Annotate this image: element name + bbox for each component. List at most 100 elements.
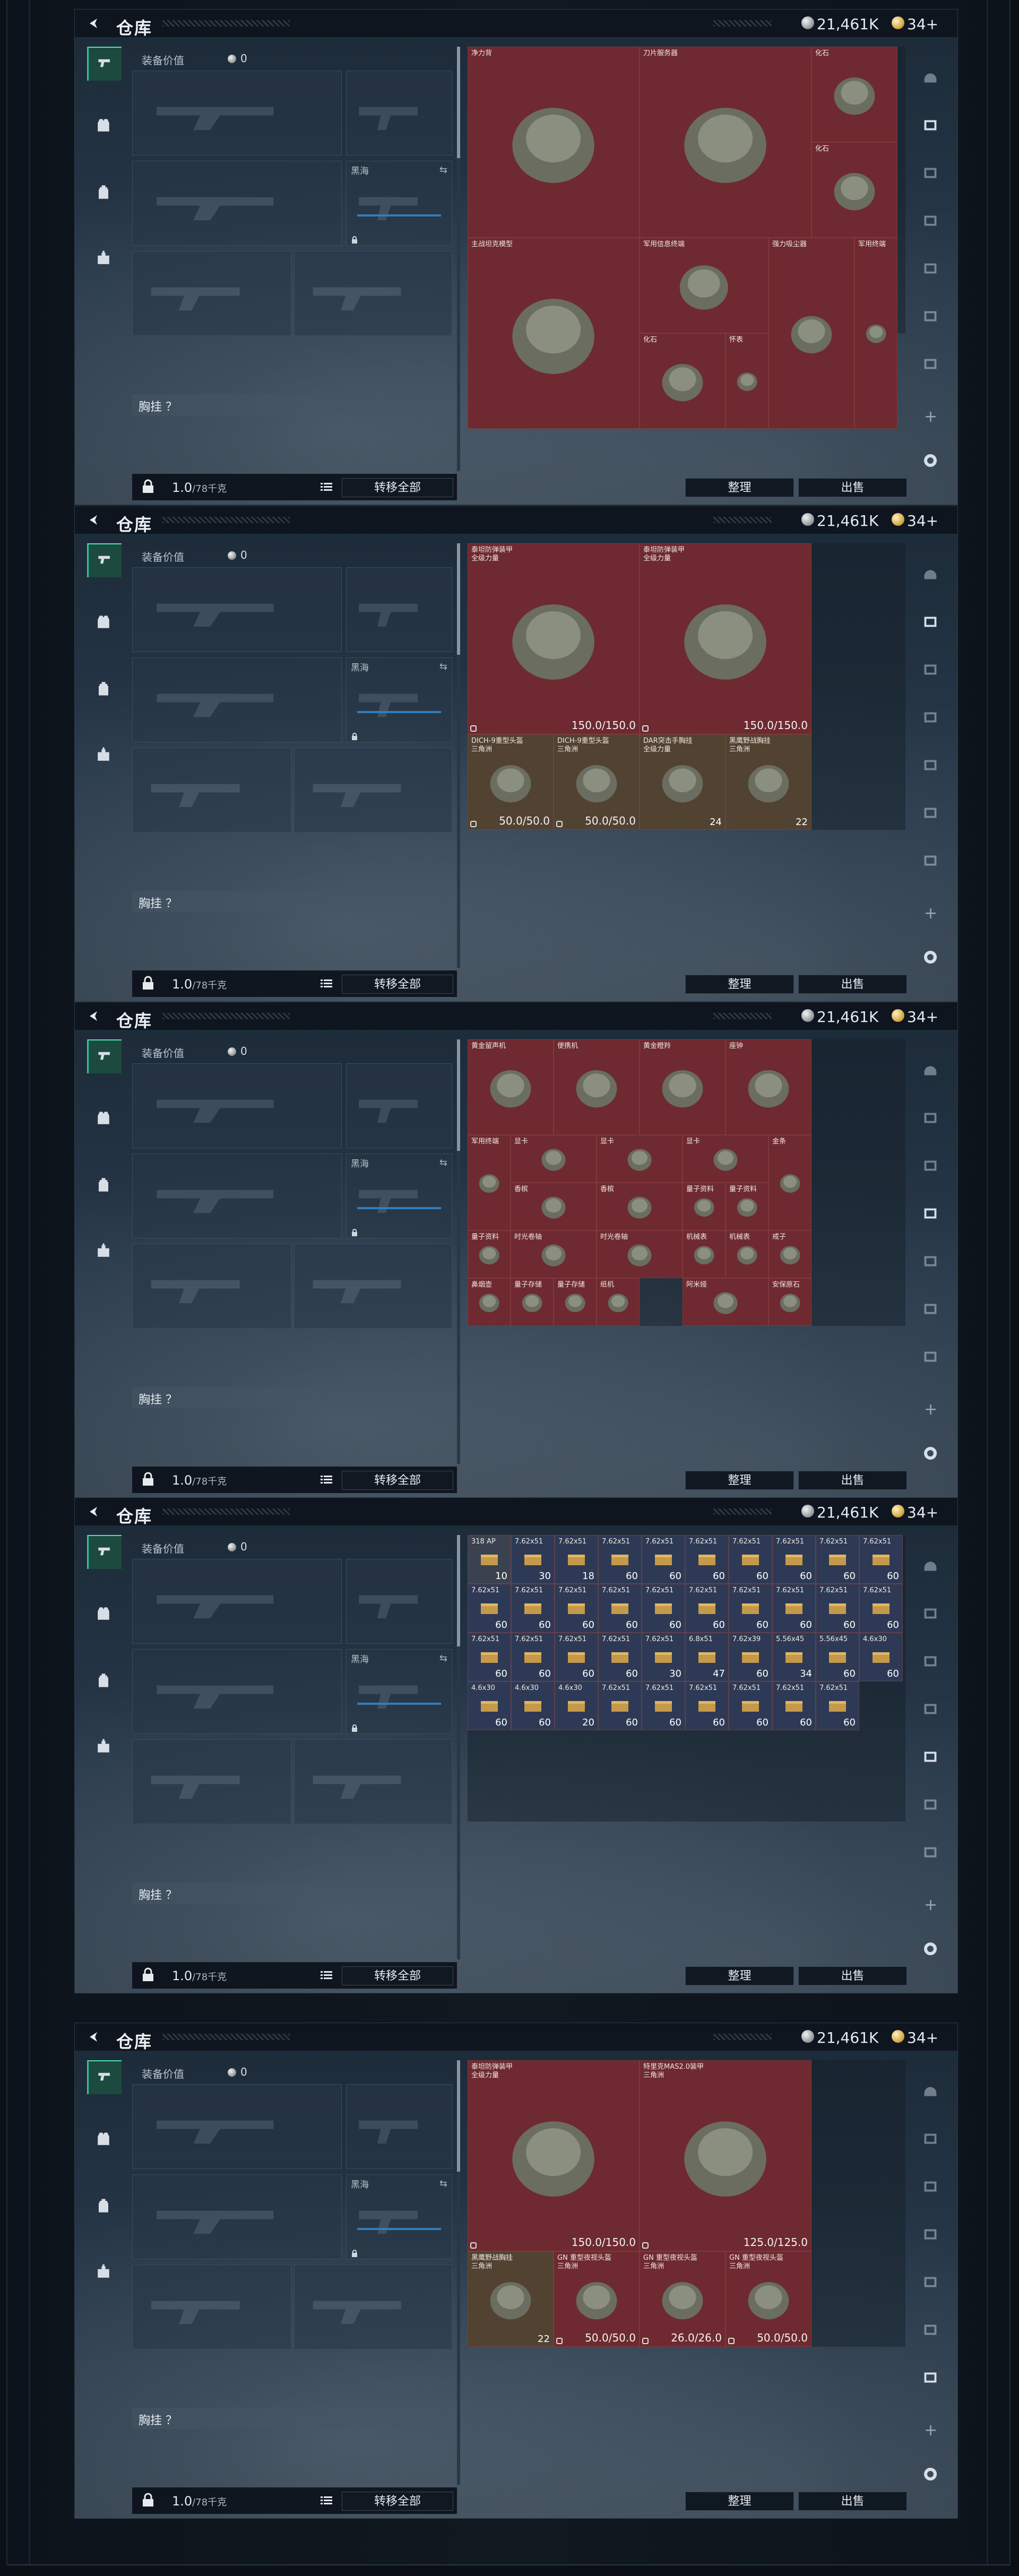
ammo-item[interactable]: 7.62x51 60 <box>598 1681 642 1730</box>
stash-item[interactable]: 量子资料 <box>683 1183 726 1230</box>
tab-vest[interactable] <box>87 607 120 640</box>
ammo-item[interactable]: 7.62x51 60 <box>816 1584 859 1633</box>
container-tab[interactable] <box>914 206 946 238</box>
secondary-weapon-slot[interactable] <box>346 567 452 652</box>
stash-item[interactable]: 化石 <box>811 142 897 238</box>
tab-vest[interactable] <box>87 1599 120 1632</box>
attachment-slot[interactable]: 黑海 ⇆ <box>346 1153 452 1238</box>
stash-item[interactable]: 显卡 <box>597 1135 683 1183</box>
weapon-slot-2[interactable] <box>132 161 342 246</box>
gear-icon[interactable] <box>920 2464 941 2485</box>
scroll-thumb[interactable] <box>457 47 460 158</box>
stash-item[interactable]: GN 重型夜视头盔 三角洲 26.0/26.0 <box>640 2251 726 2347</box>
swap-icon[interactable]: ⇆ <box>439 661 447 672</box>
stash-item[interactable]: 显卡 <box>511 1135 597 1183</box>
attachment-slot[interactable]: 黑海 ⇆ <box>346 657 452 742</box>
scroll-thumb[interactable] <box>457 1535 460 1646</box>
gold-balance[interactable]: 34+ <box>907 15 947 33</box>
container-tab[interactable] <box>914 607 946 639</box>
chest-rig-slot[interactable]: 胸挂 ？ <box>132 2408 456 2429</box>
container-tab[interactable] <box>914 1837 946 1869</box>
back-arrow-icon[interactable] <box>87 2030 100 2044</box>
scroll-thumb[interactable] <box>457 543 460 655</box>
container-tab[interactable] <box>914 1342 946 1374</box>
equipment-scrollbar[interactable] <box>457 47 460 471</box>
tab-pistol[interactable] <box>87 2060 122 2094</box>
ammo-item[interactable]: 7.62x51 18 <box>555 1535 598 1584</box>
plus-icon[interactable]: + <box>924 904 937 923</box>
list-icon[interactable] <box>321 1970 332 1981</box>
tab-vest[interactable] <box>87 1103 120 1136</box>
secondary-weapon-slot[interactable] <box>346 1063 452 1148</box>
ammo-item[interactable]: 7.62x51 60 <box>772 1681 816 1730</box>
stash-item[interactable]: 黑鹰野战胸挂 三角洲 22 <box>468 2251 554 2347</box>
container-tab[interactable] <box>914 1199 946 1230</box>
stash-item[interactable]: 军用信息终端 <box>640 238 768 333</box>
stash-item[interactable]: 戒子 <box>768 1230 811 1278</box>
ammo-item[interactable]: 4.6x30 60 <box>468 1681 511 1730</box>
transfer-all-button[interactable]: 转移全部 <box>342 478 453 497</box>
transfer-all-button[interactable]: 转移全部 <box>342 1471 453 1490</box>
stash-item[interactable]: 金条 <box>768 1135 811 1230</box>
ammo-item[interactable]: 7.62x51 60 <box>468 1584 511 1633</box>
equipment-scrollbar[interactable] <box>457 1039 460 1464</box>
weapon-slot-2[interactable] <box>132 1153 342 1238</box>
stash-item[interactable]: 怀表 <box>726 333 768 429</box>
list-icon[interactable] <box>321 1475 332 1485</box>
lock-icon[interactable] <box>142 479 154 494</box>
ammo-item[interactable]: 7.62x51 60 <box>729 1535 772 1584</box>
primary-weapon-slot[interactable] <box>132 2084 342 2169</box>
stash-item[interactable]: 军用终端 <box>468 1135 511 1230</box>
stash-item[interactable]: 泰坦防弹装甲 全级力量 150.0/150.0 <box>468 2060 640 2251</box>
tab-pistol[interactable] <box>87 47 122 81</box>
scroll-thumb[interactable] <box>457 1039 460 1151</box>
container-tab[interactable] <box>914 63 946 94</box>
stash-item[interactable]: 净力背 <box>468 47 640 238</box>
gold-balance[interactable]: 34+ <box>907 1008 947 1026</box>
plus-icon[interactable]: + <box>924 2421 937 2440</box>
back-arrow-icon[interactable] <box>87 513 100 527</box>
ammo-item[interactable]: 7.62x51 60 <box>729 1681 772 1730</box>
sort-button[interactable]: 整理 <box>685 1471 794 1490</box>
ammo-item[interactable]: 7.62x51 60 <box>598 1584 642 1633</box>
back-arrow-icon[interactable] <box>87 1009 100 1023</box>
ammo-item[interactable]: 7.62x51 60 <box>468 1633 511 1681</box>
stash-item[interactable]: 量子存储 <box>554 1278 597 1326</box>
chest-rig-slot[interactable]: 胸挂 ？ <box>132 1387 456 1408</box>
attachment-slot[interactable]: 黑海 ⇆ <box>346 2174 452 2259</box>
tab-vest[interactable] <box>87 110 120 143</box>
ammo-item[interactable]: 7.62x39 60 <box>729 1633 772 1681</box>
ammo-item[interactable]: 7.62x51 60 <box>772 1584 816 1633</box>
chest-rig-slot[interactable]: 胸挂 ？ <box>132 394 456 415</box>
container-tab[interactable] <box>914 702 946 734</box>
armor-slot[interactable] <box>294 2265 452 2349</box>
list-icon[interactable] <box>321 482 332 492</box>
list-icon[interactable] <box>321 2495 332 2506</box>
primary-weapon-slot[interactable] <box>132 567 342 652</box>
container-tab[interactable] <box>914 2219 946 2251</box>
container-tab[interactable] <box>914 1151 946 1183</box>
ammo-item[interactable]: 7.62x51 60 <box>598 1633 642 1681</box>
stash-item[interactable]: 安保原石 <box>768 1278 811 1326</box>
ammo-item[interactable]: 5.56x45 60 <box>816 1633 859 1681</box>
stash-item[interactable]: 刀片服务器 <box>640 47 811 238</box>
sell-button[interactable]: 出售 <box>798 1966 907 1985</box>
ammo-item[interactable]: 7.62x51 60 <box>511 1633 555 1681</box>
tab-pistol[interactable] <box>87 1535 122 1569</box>
armor-slot[interactable] <box>294 1739 452 1824</box>
container-tab[interactable] <box>914 110 946 142</box>
stash-item[interactable]: 机械表 <box>683 1230 726 1278</box>
ammo-item[interactable]: 7.62x51 60 <box>511 1584 555 1633</box>
tab-pistol[interactable] <box>87 543 122 577</box>
lock-icon[interactable] <box>142 2493 154 2508</box>
plus-icon[interactable]: + <box>924 1400 937 1419</box>
container-tab[interactable] <box>914 1246 946 1278</box>
scroll-thumb[interactable] <box>457 2060 460 2172</box>
sell-button[interactable]: 出售 <box>798 975 907 994</box>
attachment-slot[interactable]: 黑海 ⇆ <box>346 161 452 246</box>
container-tab[interactable] <box>914 2124 946 2156</box>
secondary-weapon-slot[interactable] <box>346 2084 452 2169</box>
ammo-item[interactable]: 6.8x51 47 <box>685 1633 729 1681</box>
sort-button[interactable]: 整理 <box>685 1966 794 1985</box>
stash-item[interactable]: 机械表 <box>726 1230 768 1278</box>
